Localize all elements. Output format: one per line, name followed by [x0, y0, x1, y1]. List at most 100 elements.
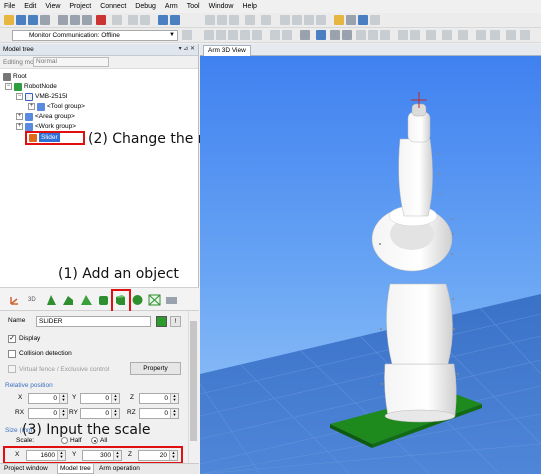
cut-icon[interactable] — [58, 15, 68, 25]
tree-node-arm[interactable]: − VMB-2515I — [16, 92, 68, 101]
3d-object-icon[interactable]: 3D — [28, 294, 41, 306]
axis-icon[interactable] — [410, 30, 420, 40]
comment-icon[interactable] — [229, 15, 239, 25]
find-icon[interactable] — [112, 15, 122, 25]
property-button[interactable]: Property — [130, 362, 181, 375]
mesh-object-icon[interactable] — [148, 294, 161, 306]
layout-icon[interactable] — [346, 15, 356, 25]
align-icon[interactable] — [245, 15, 255, 25]
tree-node-root[interactable]: Root — [3, 72, 27, 81]
build-icon[interactable] — [158, 15, 168, 25]
spinner-icon[interactable]: ▲ ▼ — [111, 409, 119, 418]
axis-object-icon[interactable] — [9, 294, 22, 306]
open-icon[interactable] — [16, 15, 26, 25]
fit-icon[interactable] — [490, 30, 500, 40]
format-icon[interactable] — [261, 15, 271, 25]
name-input[interactable]: SLIDER — [36, 316, 151, 327]
prism-object-icon[interactable] — [45, 294, 58, 306]
arm-3d-view[interactable] — [200, 44, 541, 474]
paste-icon[interactable] — [82, 15, 92, 25]
cylinder-object-icon[interactable] — [97, 294, 110, 306]
redo-icon[interactable] — [140, 15, 150, 25]
undo-icon[interactable] — [128, 15, 138, 25]
tab-arm-operation[interactable]: Arm operation — [97, 464, 142, 474]
menu-view[interactable]: View — [45, 3, 60, 10]
new-project-icon[interactable] — [4, 15, 14, 25]
scale-half-radio[interactable] — [61, 437, 68, 444]
scrollbar-thumb[interactable] — [190, 321, 197, 441]
bookmark-prev-icon[interactable] — [304, 15, 314, 25]
reset-view-icon[interactable] — [506, 30, 516, 40]
spinner-icon[interactable]: ▲ ▼ — [111, 394, 119, 403]
expand-icon[interactable]: + — [28, 103, 35, 110]
pan-icon[interactable] — [342, 30, 352, 40]
tree-node-area-group[interactable]: + <Area group> — [16, 112, 75, 121]
indent-icon[interactable] — [205, 15, 215, 25]
camera-object-icon[interactable] — [165, 294, 178, 306]
pos-y-input[interactable]: 0 ▲ ▼ — [80, 393, 120, 404]
menu-window[interactable]: Window — [209, 3, 234, 10]
view-top-icon[interactable] — [380, 30, 390, 40]
run-icon[interactable] — [204, 30, 214, 40]
spinner-icon[interactable]: ▲ ▼ — [59, 394, 67, 403]
scale-all-radio[interactable] — [91, 437, 98, 444]
view-side-icon[interactable] — [368, 30, 378, 40]
step-in-icon[interactable] — [270, 30, 280, 40]
grid-icon[interactable] — [398, 30, 408, 40]
panel-pin-icon[interactable]: ▾ ⊿ ✕ — [179, 44, 195, 55]
pause-icon[interactable] — [240, 30, 250, 40]
connection-status-combo[interactable]: Monitor Communication: Offline ▼ — [12, 30, 178, 41]
bookmark-next-icon[interactable] — [292, 15, 302, 25]
save-icon[interactable] — [28, 15, 38, 25]
shade-icon[interactable] — [442, 30, 452, 40]
tree-node-tool-group[interactable]: + <Tool group> — [28, 102, 85, 111]
wedge-object-icon[interactable] — [62, 294, 75, 306]
copy-icon[interactable] — [70, 15, 80, 25]
step-icon[interactable] — [216, 30, 226, 40]
step-out-icon[interactable] — [282, 30, 292, 40]
breakpoint-icon[interactable] — [252, 30, 262, 40]
menu-arm[interactable]: Arm — [165, 3, 178, 10]
menu-project[interactable]: Project — [69, 3, 91, 10]
bookmark-icon[interactable] — [280, 15, 290, 25]
tab-project-window[interactable]: Project window — [2, 464, 50, 474]
pos-ry-input[interactable]: 0 ▲ ▼ — [80, 408, 120, 419]
display-checkbox[interactable]: ✓ — [8, 335, 16, 343]
properties-scrollbar[interactable] — [188, 311, 198, 463]
view-front-icon[interactable] — [356, 30, 366, 40]
color-swatch[interactable] — [156, 316, 167, 327]
menu-connect[interactable]: Connect — [100, 3, 126, 10]
expand-icon[interactable]: + — [16, 113, 23, 120]
rotate-view-icon[interactable] — [316, 30, 326, 40]
menu-file[interactable]: File — [4, 3, 15, 10]
menu-debug[interactable]: Debug — [135, 3, 156, 10]
pos-rx-input[interactable]: 0 ▲ ▼ — [28, 408, 68, 419]
menu-edit[interactable]: Edit — [24, 3, 36, 10]
spinner-icon[interactable]: ▲ ▼ — [170, 409, 178, 418]
virtual-fence-checkbox[interactable] — [8, 365, 16, 373]
transfer-icon[interactable] — [170, 15, 180, 25]
collapse-icon[interactable]: − — [5, 83, 12, 90]
panel-icon[interactable] — [370, 15, 380, 25]
spinner-icon[interactable]: ▲ ▼ — [59, 409, 67, 418]
wire-icon[interactable] — [426, 30, 436, 40]
outdent-icon[interactable] — [217, 15, 227, 25]
sphere-object-icon[interactable] — [131, 294, 144, 306]
tree-node-work-group[interactable]: + <Work group> — [16, 122, 76, 131]
spinner-icon[interactable]: ▲ ▼ — [170, 394, 178, 403]
stop-icon[interactable] — [228, 30, 238, 40]
tab-model-tree[interactable]: Model tree — [57, 464, 94, 474]
menu-tool[interactable]: Tool — [187, 3, 200, 10]
pos-rz-input[interactable]: 0 ▲ ▼ — [139, 408, 179, 419]
zoom-icon[interactable] — [330, 30, 340, 40]
tree-node-robot[interactable]: − RobotNode — [5, 82, 57, 91]
pos-x-input[interactable]: 0 ▲ ▼ — [28, 393, 68, 404]
tab-arm-3d-view[interactable]: Arm 3D View — [203, 45, 251, 56]
expand-icon[interactable]: + — [16, 123, 23, 130]
pos-z-input[interactable]: 0 ▲ ▼ — [139, 393, 179, 404]
collision-checkbox[interactable] — [8, 350, 16, 358]
arm-home-icon[interactable] — [300, 30, 310, 40]
render-icon[interactable] — [458, 30, 468, 40]
connect-icon[interactable] — [182, 30, 192, 40]
menu-help[interactable]: Help — [243, 3, 257, 10]
